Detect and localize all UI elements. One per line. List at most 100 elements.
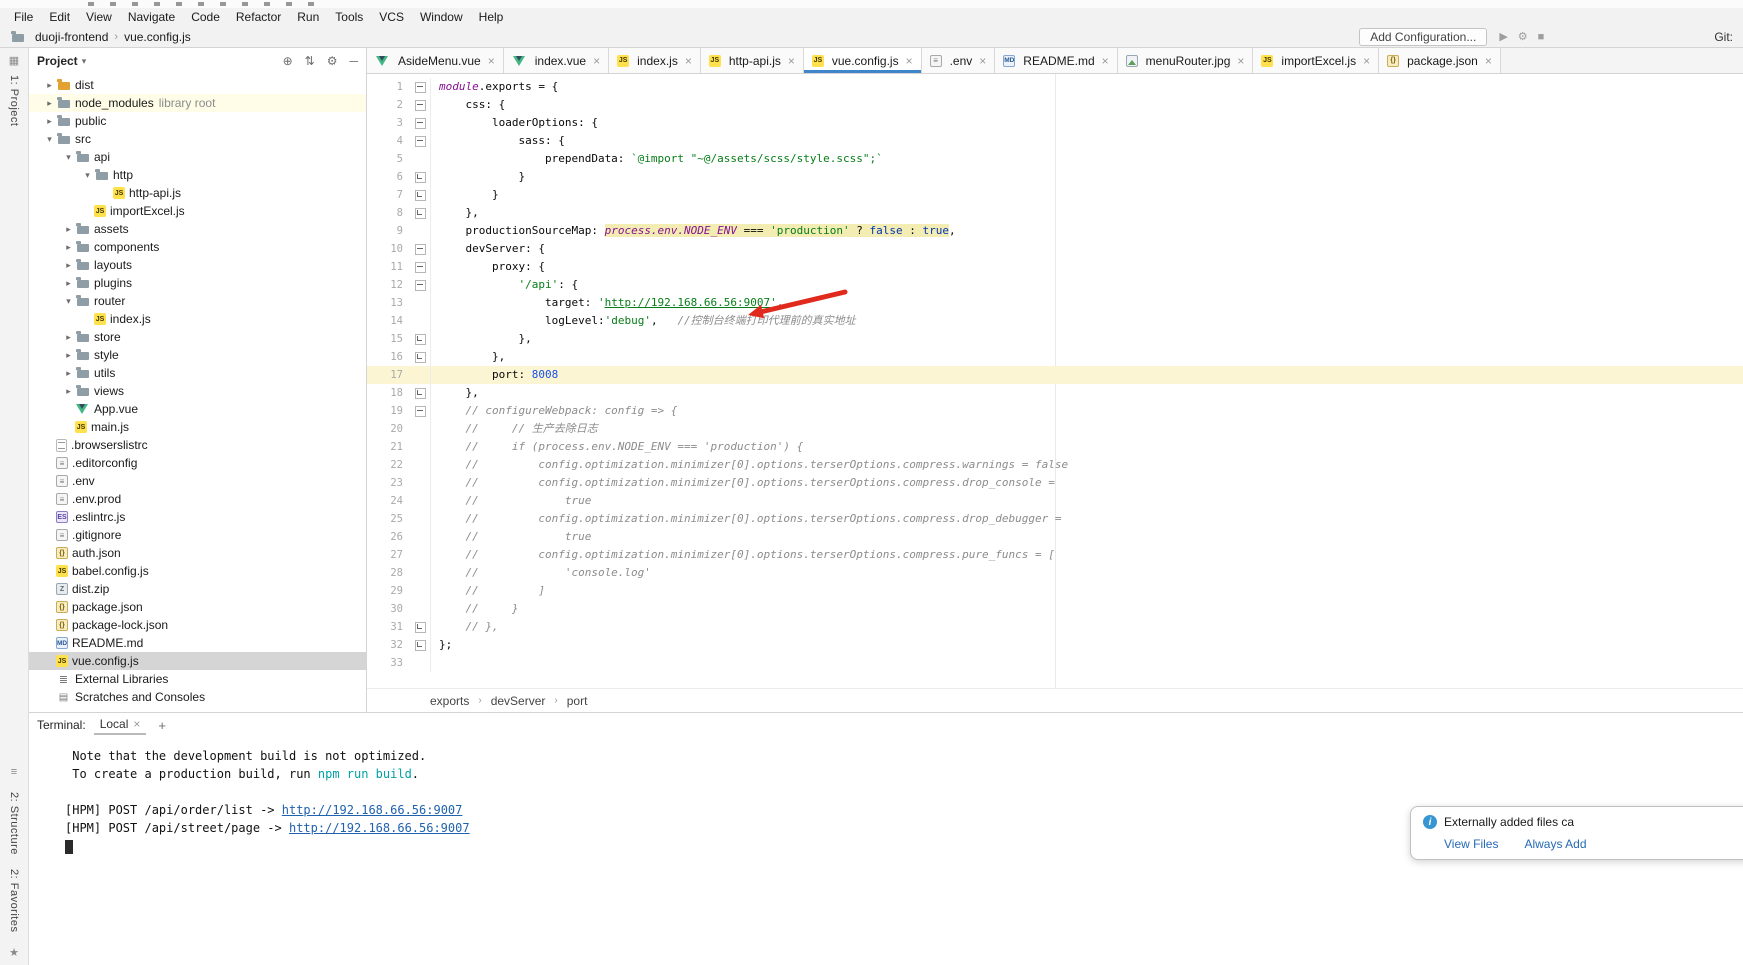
editor-tab[interactable]: index.js× bbox=[609, 48, 701, 73]
editor-tab[interactable]: AsideMenu.vue× bbox=[367, 48, 504, 73]
editor-tab[interactable]: http-api.js× bbox=[701, 48, 804, 73]
editor-tab[interactable]: package.json× bbox=[1379, 48, 1501, 73]
tab-close-icon[interactable]: × bbox=[788, 54, 795, 68]
locate-file-icon[interactable]: ⊕ bbox=[283, 54, 293, 68]
menu-item-help[interactable]: Help bbox=[471, 8, 512, 26]
code-line[interactable]: 8 }, bbox=[367, 204, 1743, 222]
code-line[interactable]: 17 port: 8008 bbox=[367, 366, 1743, 384]
tree-toggle-icon[interactable]: ▸ bbox=[43, 98, 56, 109]
editor-tab[interactable]: menuRouter.jpg× bbox=[1118, 48, 1254, 73]
tree-toggle-icon[interactable]: ▸ bbox=[62, 350, 75, 361]
tree-item[interactable]: babel.config.js bbox=[29, 562, 366, 580]
settings-icon[interactable]: ⚙ bbox=[1518, 30, 1528, 43]
tab-close-icon[interactable]: × bbox=[1485, 54, 1492, 68]
tree-item[interactable]: package-lock.json bbox=[29, 616, 366, 634]
code-line[interactable]: 16 }, bbox=[367, 348, 1743, 366]
menu-item-run[interactable]: Run bbox=[289, 8, 327, 26]
tree-item[interactable]: README.md bbox=[29, 634, 366, 652]
tree-toggle-icon[interactable]: ▸ bbox=[62, 224, 75, 235]
fold-marker-icon[interactable] bbox=[409, 78, 431, 96]
menu-item-edit[interactable]: Edit bbox=[41, 8, 78, 26]
fold-marker-icon[interactable] bbox=[409, 240, 431, 258]
project-tool-icon[interactable]: ▦ bbox=[9, 54, 19, 67]
fold-marker-icon[interactable] bbox=[409, 330, 431, 348]
tree-item[interactable]: ▾http bbox=[29, 166, 366, 184]
tree-item[interactable]: Scratches and Consoles bbox=[29, 688, 366, 706]
fold-marker-icon[interactable] bbox=[409, 132, 431, 150]
fold-marker-icon[interactable] bbox=[409, 402, 431, 420]
tree-toggle-icon[interactable]: ▾ bbox=[43, 134, 56, 145]
tree-item[interactable]: ▸public bbox=[29, 112, 366, 130]
fold-marker-icon[interactable] bbox=[409, 636, 431, 654]
add-configuration-button[interactable]: Add Configuration... bbox=[1359, 28, 1487, 46]
terminal-link[interactable]: http://192.168.66.56:9007 bbox=[282, 803, 463, 817]
code-line[interactable]: 14 logLevel:'debug', //控制台终端打印代理前的真实地址 bbox=[367, 312, 1743, 330]
code-line[interactable]: 12 '/api': { bbox=[367, 276, 1743, 294]
tree-item[interactable]: ▸layouts bbox=[29, 256, 366, 274]
code-line[interactable]: 25 // config.optimization.minimizer[0].o… bbox=[367, 510, 1743, 528]
code-line[interactable]: 10 devServer: { bbox=[367, 240, 1743, 258]
tree-toggle-icon[interactable]: ▸ bbox=[62, 386, 75, 397]
code-line[interactable]: 18 }, bbox=[367, 384, 1743, 402]
close-icon[interactable]: × bbox=[133, 717, 140, 731]
code-line[interactable]: 29 // ] bbox=[367, 582, 1743, 600]
tree-item[interactable]: main.js bbox=[29, 418, 366, 436]
tree-item[interactable]: ▾router bbox=[29, 292, 366, 310]
fold-marker-icon[interactable] bbox=[409, 186, 431, 204]
fold-marker-icon[interactable] bbox=[409, 96, 431, 114]
code-line[interactable]: 31 // }, bbox=[367, 618, 1743, 636]
tree-item[interactable]: http-api.js bbox=[29, 184, 366, 202]
tree-item[interactable]: ▾src bbox=[29, 130, 366, 148]
terminal-tab-local[interactable]: Local × bbox=[94, 715, 147, 735]
collapse-all-icon[interactable]: ⇅ bbox=[305, 54, 315, 68]
tree-item[interactable]: vue.config.js bbox=[29, 652, 366, 670]
code-line[interactable]: 28 // 'console.log' bbox=[367, 564, 1743, 582]
code-line[interactable]: 15 }, bbox=[367, 330, 1743, 348]
tree-item[interactable]: index.js bbox=[29, 310, 366, 328]
stop-icon[interactable]: ■ bbox=[1538, 31, 1545, 43]
gear-icon[interactable]: ⚙ bbox=[327, 54, 338, 68]
menu-item-file[interactable]: File bbox=[6, 8, 41, 26]
code-line[interactable]: 2 css: { bbox=[367, 96, 1743, 114]
tree-item[interactable]: .env bbox=[29, 472, 366, 490]
url-in-string[interactable]: http://192.168.66.56:9007 bbox=[605, 296, 771, 309]
hide-panel-icon[interactable]: ─ bbox=[349, 54, 358, 68]
code-line[interactable]: 6 } bbox=[367, 168, 1743, 186]
tree-item[interactable]: .gitignore bbox=[29, 526, 366, 544]
fold-marker-icon[interactable] bbox=[409, 618, 431, 636]
fold-marker-icon[interactable] bbox=[409, 384, 431, 402]
tab-close-icon[interactable]: × bbox=[593, 54, 600, 68]
tree-item[interactable]: ▸dist bbox=[29, 76, 366, 94]
tree-toggle-icon[interactable]: ▾ bbox=[62, 296, 75, 307]
editor-tab[interactable]: README.md× bbox=[995, 48, 1117, 73]
code-line[interactable]: 1module.exports = { bbox=[367, 78, 1743, 96]
menu-item-window[interactable]: Window bbox=[412, 8, 471, 26]
tree-item[interactable]: .browserslistrc bbox=[29, 436, 366, 454]
tree-item[interactable]: External Libraries bbox=[29, 670, 366, 688]
code-line[interactable]: 5 prependData: `@import "~@/assets/scss/… bbox=[367, 150, 1743, 168]
code-line[interactable]: 3 loaderOptions: { bbox=[367, 114, 1743, 132]
code-line[interactable]: 20 // // 生产去除日志 bbox=[367, 420, 1743, 438]
tree-toggle-icon[interactable]: ▸ bbox=[62, 278, 75, 289]
tree-toggle-icon[interactable]: ▾ bbox=[62, 152, 75, 163]
tree-item[interactable]: ▾api bbox=[29, 148, 366, 166]
fold-marker-icon[interactable] bbox=[409, 114, 431, 132]
editor-tab[interactable]: importExcel.js× bbox=[1253, 48, 1379, 73]
editor-tab[interactable]: .env× bbox=[922, 48, 996, 73]
tree-item[interactable]: App.vue bbox=[29, 400, 366, 418]
tree-toggle-icon[interactable]: ▸ bbox=[43, 116, 56, 127]
code-line[interactable]: 7 } bbox=[367, 186, 1743, 204]
tab-close-icon[interactable]: × bbox=[488, 54, 495, 68]
tab-close-icon[interactable]: × bbox=[906, 54, 913, 68]
tab-close-icon[interactable]: × bbox=[685, 54, 692, 68]
favorites-star-icon[interactable]: ★ bbox=[9, 946, 19, 959]
tree-toggle-icon[interactable]: ▸ bbox=[62, 332, 75, 343]
tool-button-project[interactable]: 1: Project bbox=[8, 75, 20, 126]
fold-marker-icon[interactable] bbox=[409, 258, 431, 276]
menu-item-vcs[interactable]: VCS bbox=[371, 8, 412, 26]
tree-item[interactable]: ▸plugins bbox=[29, 274, 366, 292]
fold-marker-icon[interactable] bbox=[409, 204, 431, 222]
terminal-link[interactable]: http://192.168.66.56:9007 bbox=[289, 821, 470, 835]
tool-button-structure[interactable]: 2: Structure bbox=[8, 792, 20, 855]
tree-item[interactable]: auth.json bbox=[29, 544, 366, 562]
